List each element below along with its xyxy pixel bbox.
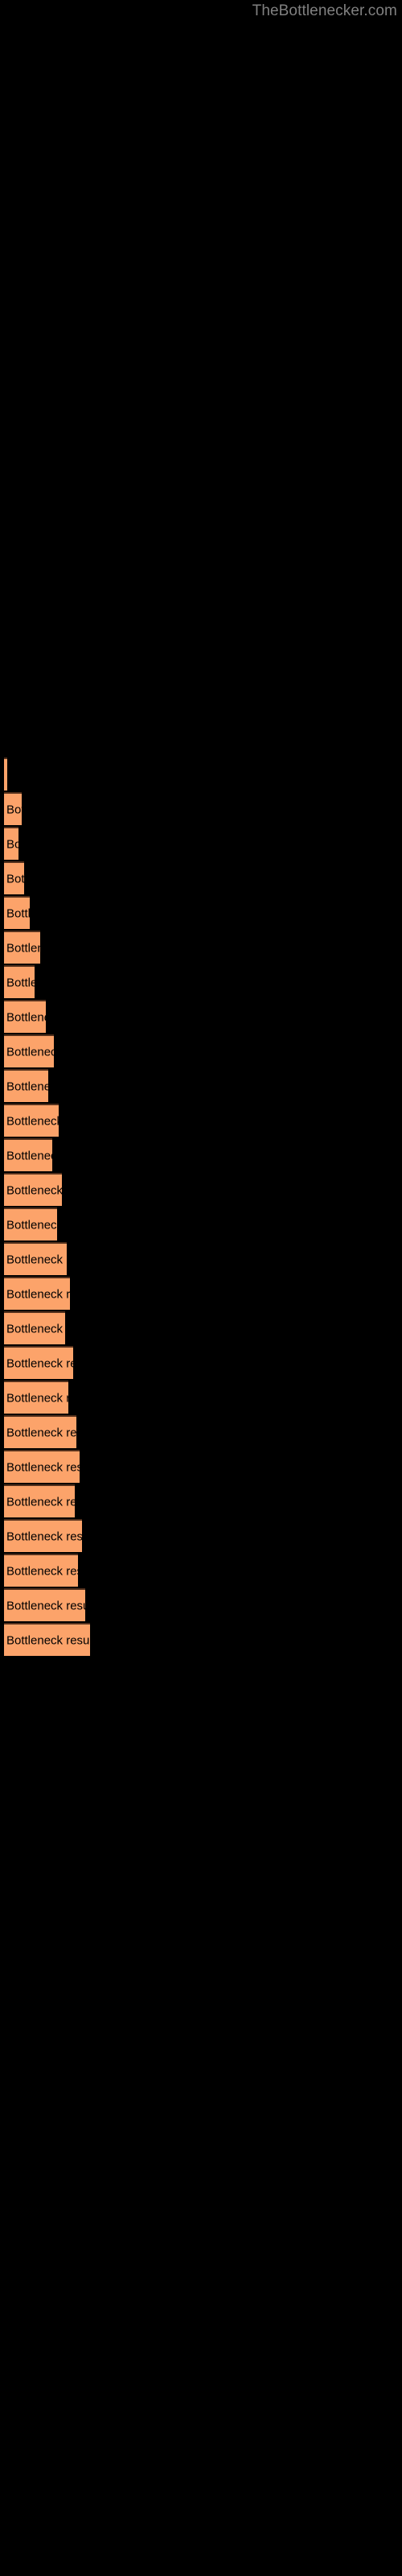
chart-bar: Bottleneck result xyxy=(4,1450,80,1483)
bar-label: Bottleneck result xyxy=(6,1322,65,1335)
chart-bar: Bottleneck result xyxy=(4,1346,73,1379)
bar-label: Bottleneck result xyxy=(6,1114,59,1128)
bar-row: Bottleneck result xyxy=(4,1034,54,1067)
chart-bar: Bottleneck result xyxy=(4,1034,54,1067)
chart-bar: Bottleneck result xyxy=(4,1519,82,1552)
chart-bar: Bottleneck result xyxy=(4,758,7,791)
chart-bar: Bottleneck result xyxy=(4,1588,85,1621)
bar-row: Bottleneck result xyxy=(4,1381,68,1414)
bar-row: Bottleneck result xyxy=(4,1104,59,1137)
bar-row: Bottleneck result xyxy=(4,1138,52,1171)
chart-bar: Bottleneck result xyxy=(4,861,24,894)
bar-row: Bottleneck result xyxy=(4,1277,70,1310)
bar-row: Bottleneck result xyxy=(4,1519,82,1552)
chart-bar: Bottleneck result xyxy=(4,1623,90,1656)
bar-label: Bottleneck result xyxy=(6,1149,52,1162)
bar-label: Bottleneck result xyxy=(6,1495,75,1509)
bar-label: Bottleneck result xyxy=(6,1253,67,1266)
bar-label: Bottleneck result xyxy=(6,1426,76,1439)
bar-row: Bottleneck result xyxy=(4,1069,48,1102)
bar-row: Bottleneck result xyxy=(4,758,7,791)
bar-label: Bottleneck result xyxy=(6,1045,54,1059)
bar-row: Bottleneck result xyxy=(4,1588,85,1621)
chart-bar: Bottleneck result xyxy=(4,1000,46,1033)
bar-label: Bottleneck result xyxy=(6,837,18,851)
bar-label: Bottleneck result xyxy=(6,1564,78,1578)
chart-bar: Bottleneck result xyxy=(4,1484,75,1517)
chart-bar: Bottleneck result xyxy=(4,1208,57,1241)
bar-row: Bottleneck result xyxy=(4,1000,46,1033)
bar-row: Bottleneck result xyxy=(4,1242,67,1275)
bar-label: Bottleneck result xyxy=(6,872,24,886)
bar-label: Bottleneck result xyxy=(6,941,40,955)
bar-row: Bottleneck result xyxy=(4,1623,90,1656)
bar-label: Bottleneck result xyxy=(6,1287,70,1301)
bar-label: Bottleneck result xyxy=(6,1010,46,1024)
bar-label: Bottleneck result xyxy=(6,1530,82,1543)
bar-row: Bottleneck result xyxy=(4,1173,62,1206)
bar-row: Bottleneck result xyxy=(4,1554,78,1587)
chart-bar: Bottleneck result xyxy=(4,965,35,998)
bar-label: Bottleneck result xyxy=(6,1460,80,1474)
bar-label: Bottleneck result xyxy=(6,1356,73,1370)
bar-label: Bottleneck result xyxy=(6,1391,68,1405)
bar-label: Bottleneck result xyxy=(6,1218,57,1232)
bar-label: Bottleneck result xyxy=(6,1633,90,1647)
bar-row: Bottleneck result xyxy=(4,1484,75,1517)
bar-row: Bottleneck result xyxy=(4,792,22,825)
bar-row: Bottleneck result xyxy=(4,1208,57,1241)
bar-row: Bottleneck result xyxy=(4,896,30,929)
bar-row: Bottleneck result xyxy=(4,1346,73,1379)
bar-label: Bottleneck result xyxy=(6,803,22,816)
bar-row: Bottleneck result xyxy=(4,1311,65,1344)
chart-bar: Bottleneck result xyxy=(4,792,22,825)
bar-label: Bottleneck result xyxy=(6,1599,85,1612)
bar-row: Bottleneck result xyxy=(4,1415,76,1448)
bar-label: Bottleneck result xyxy=(6,1183,62,1197)
bottleneck-bar-chart: Bottleneck result Bottleneck result Bottle… xyxy=(0,0,402,2576)
bar-label: Bottleneck result xyxy=(6,976,35,989)
chart-bar: Bottleneck result xyxy=(4,896,30,929)
chart-bar: Bottleneck result xyxy=(4,1381,68,1414)
bar-label: Bottleneck result xyxy=(6,906,30,920)
chart-bar: Bottleneck result xyxy=(4,931,40,964)
chart-bar: Bottleneck result xyxy=(4,1415,76,1448)
chart-bar: Bottleneck result xyxy=(4,1069,48,1102)
bar-label: Bottleneck result xyxy=(6,768,7,782)
chart-bar: Bottleneck result xyxy=(4,827,18,860)
bar-row: Bottleneck result xyxy=(4,827,18,860)
bar-row: Bottleneck result xyxy=(4,1450,80,1483)
chart-bar: Bottleneck result xyxy=(4,1173,62,1206)
bar-row: Bottleneck result xyxy=(4,965,35,998)
bar-row: Bottleneck result xyxy=(4,861,24,894)
chart-bar: Bottleneck result xyxy=(4,1277,70,1310)
chart-bar: Bottleneck result xyxy=(4,1138,52,1171)
chart-bar: Bottleneck result xyxy=(4,1311,65,1344)
chart-bar: Bottleneck result xyxy=(4,1554,78,1587)
chart-bar: Bottleneck result xyxy=(4,1242,67,1275)
bar-row: Bottleneck result xyxy=(4,931,40,964)
bar-label: Bottleneck result xyxy=(6,1080,48,1093)
chart-bar: Bottleneck result xyxy=(4,1104,59,1137)
